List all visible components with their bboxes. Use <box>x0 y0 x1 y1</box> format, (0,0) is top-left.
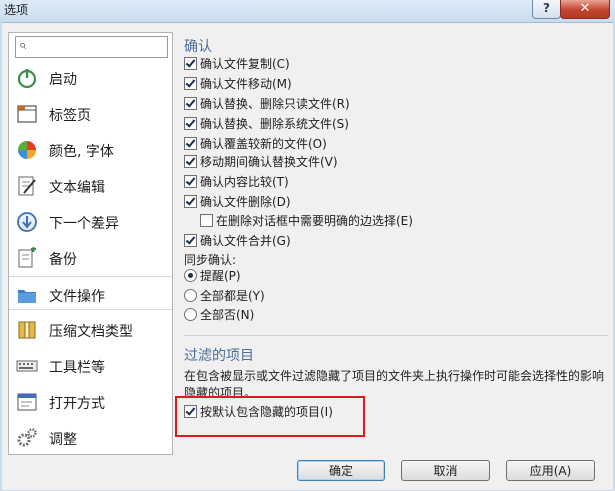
section-divider <box>184 335 608 336</box>
next-diff-icon <box>17 212 37 232</box>
backup-icon <box>18 247 36 268</box>
radio-button[interactable] <box>184 308 197 321</box>
checkbox-box[interactable] <box>184 137 197 150</box>
sidebar-item-label: 文本编辑 <box>49 180 105 196</box>
checkbox-label: 确认替换、删除只读文件(R) <box>200 97 350 111</box>
sync-confirm-label: 同步确认: <box>184 253 237 267</box>
power-icon <box>17 69 37 89</box>
sidebar-item-label: 颜色, 字体 <box>49 144 114 160</box>
sidebar-item-label: 启动 <box>49 72 77 88</box>
search-input[interactable] <box>34 38 162 54</box>
sidebar-item-archive-types[interactable]: 压缩文档类型 <box>9 312 172 346</box>
dialog-client-area: ⌕ 启动 标签页 颜色, 字体 文本编辑 下一个差异 备份 文件操作 压缩文档类… <box>2 22 613 490</box>
checkbox-box[interactable] <box>184 97 197 110</box>
sidebar-item-tabs[interactable]: 标签页 <box>9 96 172 130</box>
sidebar-item-label: 下一个差异 <box>49 216 119 232</box>
filter-section-title: 过滤的项目 <box>184 348 254 364</box>
checkbox-label: 确认文件删除(D) <box>200 195 291 209</box>
sidebar-item-label: 备份 <box>49 252 77 268</box>
checkbox-label: 确认内容比较(T) <box>200 175 289 189</box>
sidebar-item-open-with[interactable]: 打开方式 <box>9 384 172 418</box>
checkbox-box[interactable] <box>184 57 197 70</box>
checkbox-label: 确认文件合并(G) <box>200 234 291 248</box>
sidebar-item-label: 文件操作 <box>49 289 105 305</box>
ok-button[interactable]: 确定 <box>297 460 385 481</box>
toolbar-icon <box>16 360 38 372</box>
sidebar-item-file-operations[interactable]: 文件操作 <box>9 276 172 310</box>
sidebar-item-tweaks[interactable]: 调整 <box>9 420 172 454</box>
search-box[interactable]: ⌕ <box>15 36 168 58</box>
tabs-icon <box>17 105 37 123</box>
checkbox-box[interactable] <box>184 175 197 188</box>
sidebar-item-label: 工具栏等 <box>49 360 105 376</box>
checkbox-label: 在删除对话框中需要明确的边选择(E) <box>216 214 413 228</box>
checkbox-box[interactable] <box>184 195 197 208</box>
sidebar-item-colors-fonts[interactable]: 颜色, 字体 <box>9 132 172 166</box>
open-with-icon <box>17 393 37 411</box>
checkbox-box[interactable] <box>200 214 213 227</box>
file-operations-icon <box>18 290 36 303</box>
radio-button[interactable] <box>184 269 197 282</box>
tweak-gears-icon <box>17 428 37 447</box>
highlight-annotation <box>175 396 365 437</box>
sidebar-item-label: 压缩文档类型 <box>49 324 133 340</box>
apply-button[interactable]: 应用(A) <box>506 460 595 481</box>
checkbox-label: 确认文件移动(M) <box>200 77 292 91</box>
radio-label: 提醒(P) <box>200 269 241 283</box>
options-sidebar: ⌕ 启动 标签页 颜色, 字体 文本编辑 下一个差异 备份 文件操作 压缩文档类… <box>8 32 173 455</box>
window-title: 选项 <box>4 3 29 17</box>
checkbox-label: 移动期间确认替换文件(V) <box>200 155 338 169</box>
sidebar-item-startup[interactable]: 启动 <box>9 60 172 94</box>
checkbox-box[interactable] <box>184 234 197 247</box>
help-button[interactable]: ? <box>532 0 561 19</box>
palette-icon <box>18 141 36 159</box>
checkbox-box[interactable] <box>184 117 197 130</box>
sidebar-item-text-editing[interactable]: 文本编辑 <box>9 168 172 202</box>
archive-icon <box>18 321 36 339</box>
checkbox-label: 确认替换、删除系统文件(S) <box>200 117 349 131</box>
radio-label: 全部都是(Y) <box>200 289 265 303</box>
confirm-section-title: 确认 <box>184 39 212 55</box>
checkbox-box[interactable] <box>184 77 197 90</box>
radio-label: 全部否(N) <box>200 308 255 322</box>
sidebar-item-label: 打开方式 <box>49 396 105 412</box>
close-button[interactable]: ✕ <box>560 0 610 19</box>
radio-button[interactable] <box>184 289 197 302</box>
cancel-button[interactable]: 取消 <box>401 460 490 481</box>
search-icon: ⌕ <box>19 38 27 53</box>
checkbox-box[interactable] <box>184 155 197 168</box>
sidebar-item-backup[interactable]: 备份 <box>9 240 172 274</box>
checkbox-label: 确认文件复制(C) <box>200 57 290 71</box>
text-edit-icon <box>18 176 36 196</box>
sidebar-item-label: 调整 <box>49 432 77 448</box>
sidebar-item-label: 标签页 <box>49 108 91 124</box>
sidebar-item-next-difference[interactable]: 下一个差异 <box>9 204 172 238</box>
checkbox-label: 确认覆盖较新的文件(O) <box>200 137 327 151</box>
sidebar-item-toolbars[interactable]: 工具栏等 <box>9 348 172 382</box>
title-bar: 选项 ? ✕ <box>0 0 615 22</box>
